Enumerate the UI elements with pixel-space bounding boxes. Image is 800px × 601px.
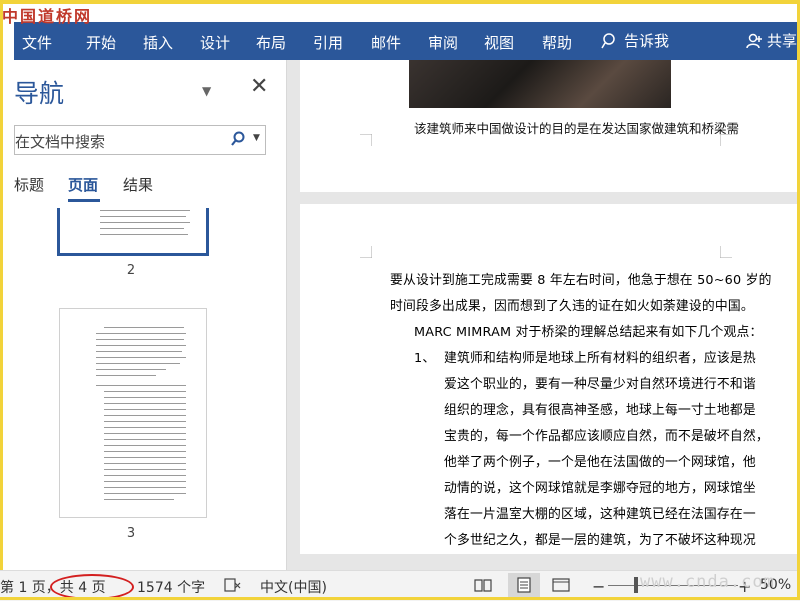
search-options-caret-icon[interactable]: ▼	[253, 133, 260, 143]
zoom-slider-thumb[interactable]	[634, 577, 638, 593]
page-thumbnail-3[interactable]	[59, 308, 207, 518]
tell-me-label: 告诉我	[624, 32, 670, 50]
tab-view[interactable]: 视图	[484, 32, 514, 53]
body-text-line: 动情的说，这个网球馆就是李娜夺冠的地方，网球馆坐	[444, 481, 756, 496]
frame-border-left	[0, 0, 3, 600]
tab-home[interactable]: 开始	[86, 32, 116, 53]
tab-help[interactable]: 帮助	[542, 32, 572, 53]
proofing-icon[interactable]	[224, 577, 242, 597]
tab-file[interactable]: 文件	[22, 32, 52, 53]
margin-corner-mark	[720, 246, 732, 258]
language-status[interactable]: 中文(中国)	[260, 577, 327, 597]
nav-pane-title: 导航	[14, 79, 65, 108]
tab-references[interactable]: 引用	[313, 32, 343, 53]
body-text-line: 要从设计到施工完成需要 8 年左右时间，他急于想在 50~60 岁的	[390, 273, 772, 288]
body-text-line: 爱这个职业的，要有一种尽量少对自然环境进行不和谐	[444, 377, 756, 392]
share-button[interactable]: 共享	[745, 30, 797, 51]
body-text-line: MARC MIMRAM 对于桥梁的理解总结起来有如下几个观点：	[414, 325, 763, 340]
site-watermark: 中国道桥网	[2, 7, 93, 26]
photo-caption: 该建筑师来中国做设计的目的是在发达国家做建筑和桥梁需	[414, 121, 740, 136]
nav-tab-results[interactable]: 结果	[123, 174, 153, 195]
print-layout-icon[interactable]	[508, 573, 540, 597]
web-layout-icon[interactable]	[552, 577, 570, 597]
body-text-line: 时间段多出成果，因而想到了久违的证在如火如荼建设的中国。	[390, 299, 754, 314]
nav-search-box[interactable]: 在文档中搜索 ▼	[14, 125, 266, 155]
search-icon[interactable]	[231, 131, 245, 151]
document-canvas[interactable]: 该建筑师来中国做设计的目的是在发达国家做建筑和桥梁需 要从设计到施工完成需要 8…	[287, 60, 800, 570]
body-text-line: 他举了两个例子，一个是他在法国做的一个网球馆，他	[444, 455, 756, 470]
navigation-pane: 导航 ▼ ✕ 在文档中搜索 ▼ 标题 页面 结果 2 3	[14, 60, 287, 570]
nav-tab-pages[interactable]: 页面	[68, 174, 98, 195]
nav-options-dropdown-icon[interactable]: ▼	[202, 84, 211, 98]
body-text-line: 宝贵的，每一个作品都应该顺应自然，而不是破坏自然，	[444, 429, 769, 444]
site-watermark-bottom: www.cnda.com	[640, 572, 775, 592]
body-text-line: 落在一片温室大棚的区域，这种建筑已经在法国存在一	[444, 507, 756, 522]
page-thumbnail-2[interactable]	[57, 208, 209, 256]
list-number: 1、	[414, 351, 436, 366]
page-thumbnail-label-2: 2	[126, 263, 136, 278]
person-icon	[746, 33, 762, 48]
page-thumbnail-label-3: 3	[126, 526, 136, 541]
document-photo	[409, 60, 671, 108]
share-label: 共享	[767, 32, 798, 50]
document-page-1[interactable]: 该建筑师来中国做设计的目的是在发达国家做建筑和桥梁需	[300, 60, 800, 192]
zoom-out-icon[interactable]: −	[592, 577, 605, 596]
lightbulb-icon	[601, 32, 615, 48]
document-page-2[interactable]: 要从设计到施工完成需要 8 年左右时间，他急于想在 50~60 岁的 时间段多出…	[300, 204, 800, 554]
margin-corner-mark	[360, 246, 372, 258]
body-text-line: 组织的理念，具有很高神圣感，地球上每一寸土地都是	[444, 403, 756, 418]
nav-close-icon[interactable]: ✕	[250, 74, 268, 99]
nav-search-input[interactable]: 在文档中搜索	[15, 131, 105, 152]
body-text-line: 个多世纪之久，都是一层的建筑，为了不破坏这种现况	[444, 533, 756, 548]
frame-border-top	[0, 0, 800, 4]
margin-corner-mark	[720, 134, 732, 146]
ribbon-tab-bar: 文件 开始 插入 设计 布局 引用 邮件 审阅 视图 帮助 告诉我 共享	[14, 22, 800, 60]
tab-design[interactable]: 设计	[200, 32, 230, 53]
tell-me-box[interactable]: 告诉我	[600, 30, 669, 51]
tab-insert[interactable]: 插入	[143, 32, 173, 53]
word-count-status[interactable]: 1574 个字	[137, 577, 205, 597]
read-mode-icon[interactable]	[474, 577, 492, 597]
nav-tab-active-indicator	[68, 199, 100, 202]
body-text-line: 建筑师和结构师是地球上所有材料的组织者，应该是热	[444, 351, 756, 366]
tab-mailings[interactable]: 邮件	[371, 32, 401, 53]
margin-corner-mark	[360, 134, 372, 146]
nav-tab-headings[interactable]: 标题	[14, 174, 44, 195]
tab-review[interactable]: 审阅	[428, 32, 458, 53]
tab-layout[interactable]: 布局	[256, 32, 286, 53]
